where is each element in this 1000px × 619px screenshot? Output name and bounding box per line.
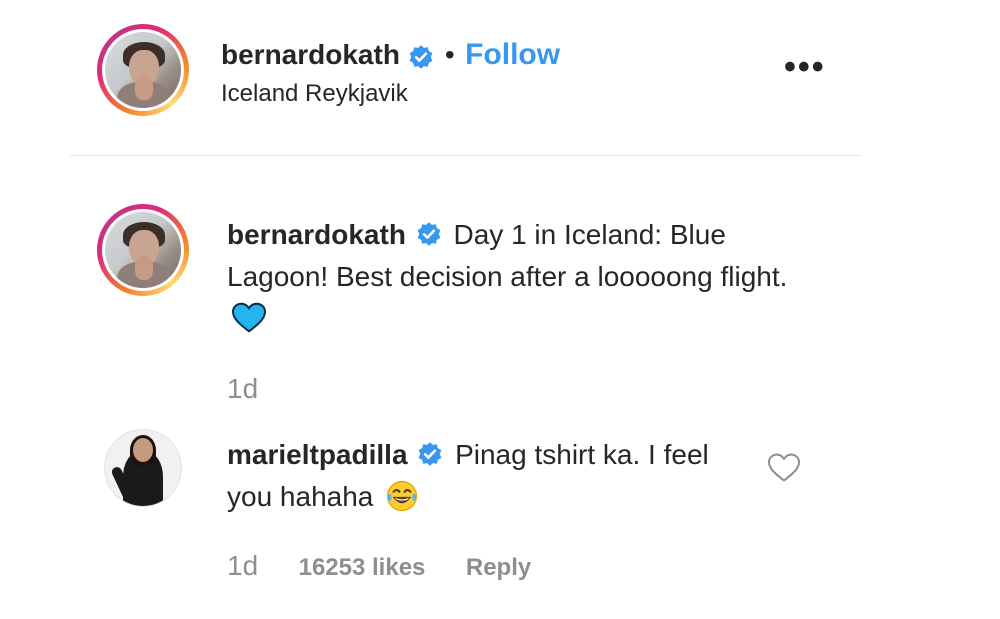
follow-button[interactable]: Follow	[465, 38, 560, 71]
caption-timestamp[interactable]: 1d	[227, 373, 258, 405]
comment-likes-count[interactable]: 16253 likes	[299, 554, 426, 581]
header-avatar[interactable]	[97, 24, 189, 116]
caption-avatar[interactable]	[97, 204, 189, 296]
header-user-row: bernardokath • Follow	[221, 38, 560, 72]
caption-block: bernardokath Day 1 in Iceland: Blue Lago…	[227, 214, 817, 340]
verified-badge-icon	[418, 441, 442, 466]
location-link[interactable]: Iceland Reykjavik	[221, 80, 408, 108]
more-options-button[interactable]: •••	[784, 48, 826, 87]
verified-badge-icon	[417, 221, 441, 246]
comment-meta: 1d 16253 likes Reply	[227, 550, 531, 582]
caption-username[interactable]: bernardokath	[227, 219, 406, 250]
header-divider	[70, 155, 861, 156]
profile-photo	[105, 212, 181, 288]
reply-button[interactable]: Reply	[466, 554, 531, 581]
blue-heart-icon	[232, 302, 266, 333]
heart-outline-icon[interactable]	[767, 453, 801, 483]
verified-badge-icon	[410, 45, 433, 69]
tears-of-joy-icon	[387, 480, 418, 511]
comment-username[interactable]: marieltpadilla	[227, 439, 408, 470]
comment-timestamp[interactable]: 1d	[227, 550, 258, 581]
separator-dot: •	[444, 39, 455, 70]
profile-photo	[105, 32, 181, 108]
comment-avatar[interactable]	[105, 430, 181, 506]
comment-block: marieltpadilla Pinag tshirt ka. I feel y…	[227, 434, 747, 518]
header-username[interactable]: bernardokath	[221, 39, 400, 70]
